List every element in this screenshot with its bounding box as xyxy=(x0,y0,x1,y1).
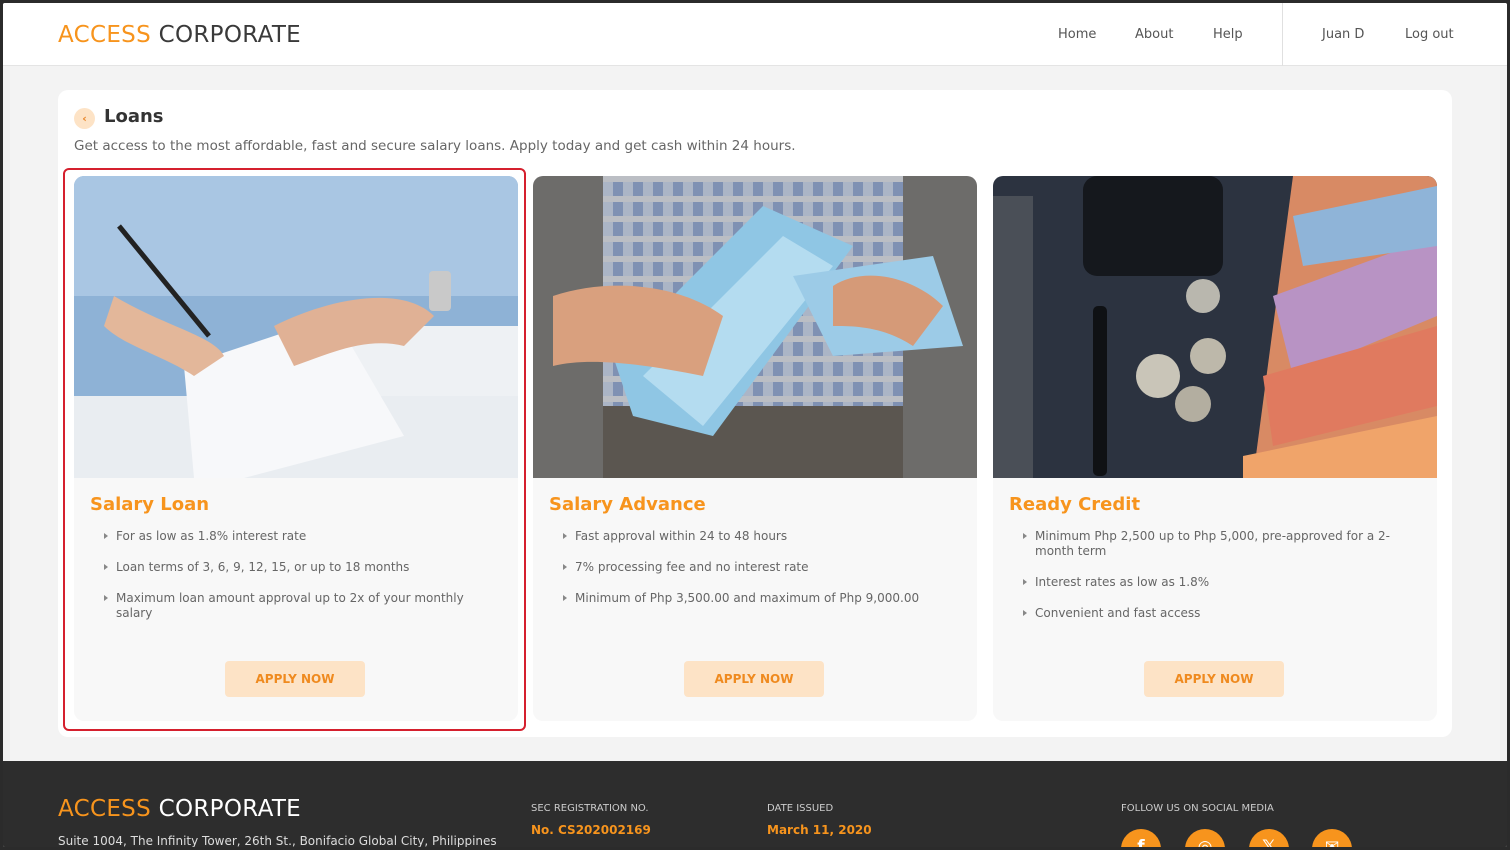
footer-address: Suite 1004, The Infinity Tower, 26th St.… xyxy=(58,834,497,847)
back-button[interactable]: ‹ xyxy=(74,108,95,129)
card-title: Ready Credit xyxy=(1009,494,1141,515)
date-issued-value: March 11, 2020 xyxy=(767,823,872,837)
loan-card-salary-advance: Salary Advance Fast approval within 24 t… xyxy=(533,176,977,721)
social-media-label: FOLLOW US ON SOCIAL MEDIA xyxy=(1121,803,1274,814)
card-benefit: 7% processing fee and no interest rate xyxy=(563,560,953,575)
card-benefit: Interest rates as low as 1.8% xyxy=(1023,575,1413,590)
footer-brand-logo[interactable]: ACCESS CORPORATE xyxy=(58,796,301,822)
salary-advance-photo xyxy=(533,176,977,478)
ready-credit-photo xyxy=(993,176,1437,478)
card-benefits-list: Fast approval within 24 to 48 hours 7% p… xyxy=(563,529,953,622)
loan-card-ready-credit: Ready Credit Minimum Php 2,500 up to Php… xyxy=(993,176,1437,721)
instagram-icon[interactable]: ◎ xyxy=(1185,829,1225,847)
card-title: Salary Loan xyxy=(90,494,210,515)
nav-about-link[interactable]: About xyxy=(1135,27,1173,42)
loans-panel: ‹ Loans Get access to the most affordabl… xyxy=(58,90,1452,737)
salary-loan-photo xyxy=(74,176,518,478)
nav-home-link[interactable]: Home xyxy=(1058,27,1096,42)
email-icon[interactable]: ✉ xyxy=(1312,829,1352,847)
card-benefits-list: For as low as 1.8% interest rate Loan te… xyxy=(104,529,494,637)
page-subtitle: Get access to the most affordable, fast … xyxy=(74,138,796,154)
apply-now-button-ready-credit[interactable]: APPLY NOW xyxy=(1144,661,1284,697)
sec-registration-value: No. CS202002169 xyxy=(531,823,651,837)
apply-now-button-salary-advance[interactable]: APPLY NOW xyxy=(684,661,824,697)
card-benefit: For as low as 1.8% interest rate xyxy=(104,529,494,544)
card-benefit: Convenient and fast access xyxy=(1023,606,1413,621)
loan-card-salary-loan: Salary Loan For as low as 1.8% interest … xyxy=(74,176,518,721)
date-issued-label: DATE ISSUED xyxy=(767,803,834,814)
user-name-link[interactable]: Juan D xyxy=(1322,27,1364,42)
apply-now-button-salary-loan[interactable]: APPLY NOW xyxy=(225,661,365,697)
card-title: Salary Advance xyxy=(549,494,706,515)
card-benefit: Minimum of Php 3,500.00 and maximum of P… xyxy=(563,591,953,606)
brand-logo[interactable]: ACCESS CORPORATE xyxy=(58,22,301,48)
site-footer: ACCESS CORPORATE Suite 1004, The Infinit… xyxy=(3,761,1507,847)
logout-link[interactable]: Log out xyxy=(1405,27,1454,42)
card-benefit: Maximum loan amount approval up to 2x of… xyxy=(104,591,494,621)
card-benefit: Minimum Php 2,500 up to Php 5,000, pre-a… xyxy=(1023,529,1413,559)
nav-help-link[interactable]: Help xyxy=(1213,27,1243,42)
facebook-icon[interactable]: f xyxy=(1121,829,1161,847)
page-title: Loans xyxy=(104,106,164,127)
chevron-left-icon: ‹ xyxy=(82,112,87,125)
card-benefits-list: Minimum Php 2,500 up to Php 5,000, pre-a… xyxy=(1023,529,1413,637)
top-navbar: ACCESS CORPORATE Home About Help Juan D … xyxy=(3,3,1507,66)
card-benefit: Fast approval within 24 to 48 hours xyxy=(563,529,953,544)
sec-registration-label: SEC REGISTRATION NO. xyxy=(531,803,649,814)
nav-divider xyxy=(1282,3,1283,66)
card-benefit: Loan terms of 3, 6, 9, 12, 15, or up to … xyxy=(104,560,494,575)
browser-viewport: ACCESS CORPORATE Home About Help Juan D … xyxy=(3,3,1507,847)
x-icon[interactable]: 𝕏 xyxy=(1249,829,1289,847)
